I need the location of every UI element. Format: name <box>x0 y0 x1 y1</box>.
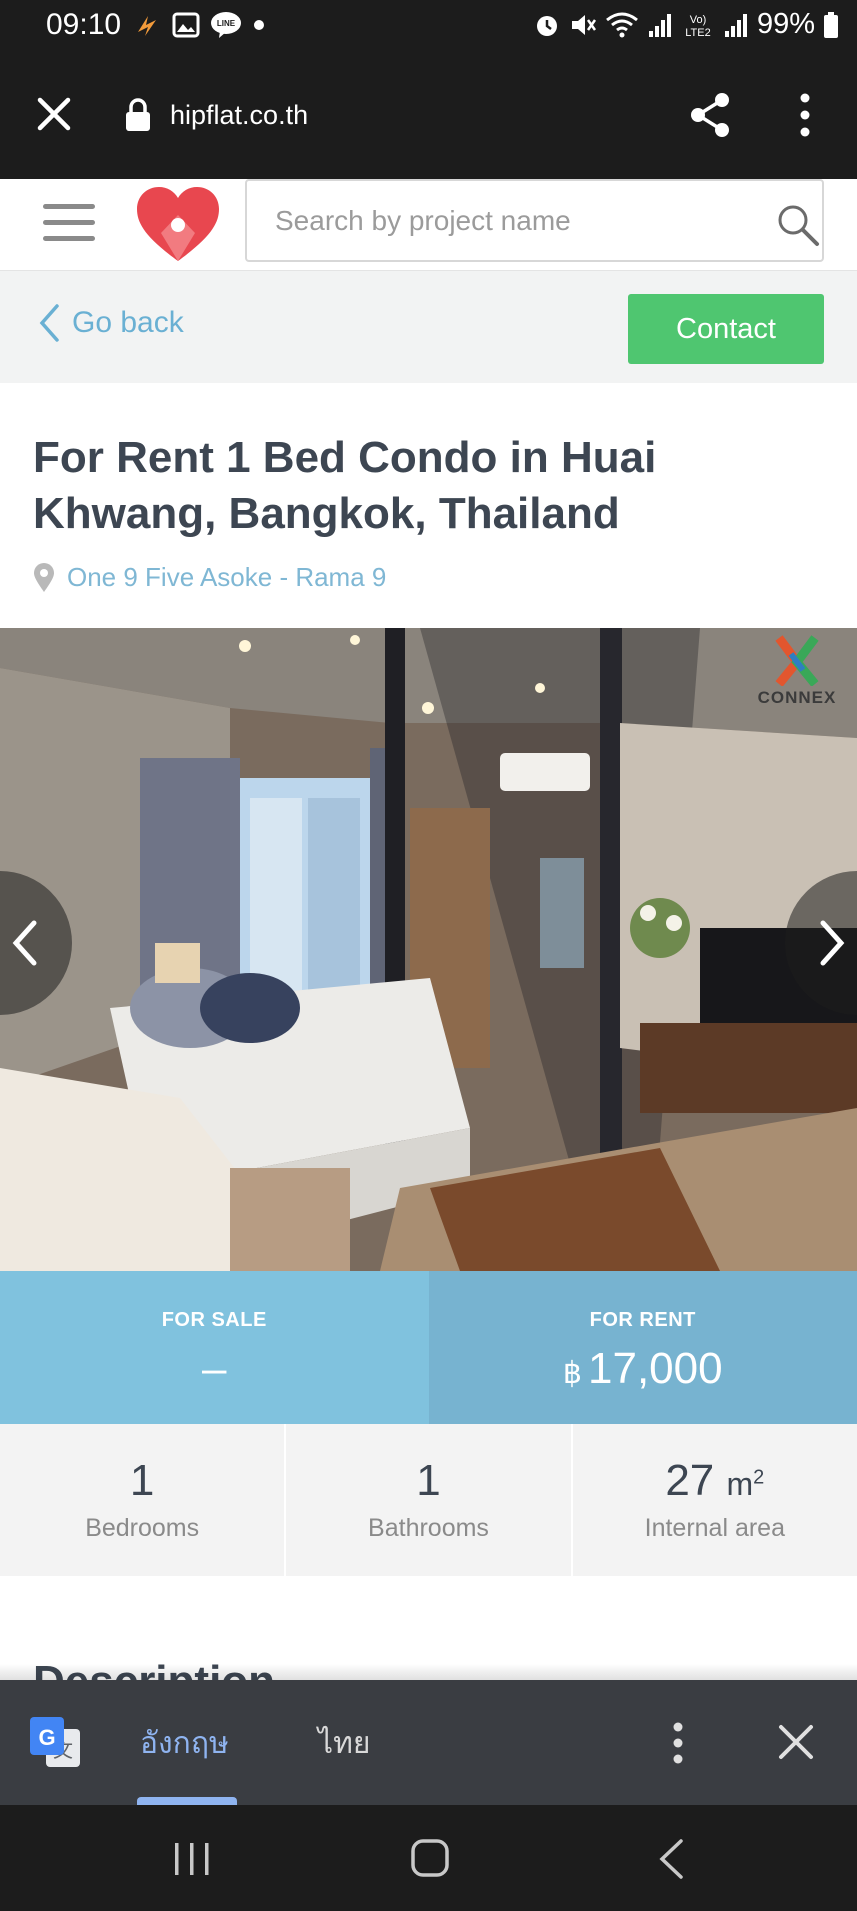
previous-photo-button[interactable] <box>0 871 72 1015</box>
area-label: Internal area <box>644 1514 785 1542</box>
project-link[interactable]: One 9 Five Asoke - Rama 9 <box>33 562 386 593</box>
bedrooms-label: Bedrooms <box>85 1514 200 1542</box>
tab-target-language[interactable]: ไทย <box>318 1720 370 1767</box>
area-value-line: 27 m2 <box>573 1456 857 1506</box>
chevron-left-icon <box>12 920 37 966</box>
svg-text:LINE: LINE <box>217 19 236 28</box>
signal-icon <box>724 13 747 37</box>
svg-text:LTE2: LTE2 <box>685 27 710 39</box>
status-bar: 09:10 LINE Vo) LTE2 99% <box>0 0 857 52</box>
volte-icon: Vo)LTE2 <box>685 14 710 39</box>
sale-price-cell: FOR SALE – <box>0 1271 429 1424</box>
translate-more-options-icon[interactable] <box>668 1720 688 1766</box>
dot-icon <box>254 20 264 30</box>
project-name: One 9 Five Asoke - Rama 9 <box>67 562 387 592</box>
area-stat: 27 m2 Internal area <box>573 1424 857 1576</box>
close-tab-icon[interactable] <box>32 92 76 136</box>
price-bar: FOR SALE – FOR RENT ฿ 17,000 <box>0 1271 857 1424</box>
bathrooms-stat: 1 Bathrooms <box>286 1424 573 1576</box>
area-value: 27 <box>665 1456 715 1505</box>
next-photo-button[interactable] <box>785 871 857 1015</box>
url-text[interactable]: hipflat.co.th <box>170 100 308 131</box>
currency-symbol: ฿ <box>562 1357 582 1390</box>
hipflat-logo[interactable] <box>135 185 221 265</box>
property-stats: 1 Bedrooms 1 Bathrooms 27 m2 Internal ar… <box>0 1424 857 1576</box>
lock-icon <box>126 98 150 131</box>
area-unit: m2 <box>727 1466 765 1502</box>
listing-photo-carousel[interactable]: CONNEX <box>0 628 857 1271</box>
listing-title: For Rent 1 Bed Condo in Huai Khwang, Ban… <box>33 433 657 538</box>
close-translate-icon[interactable] <box>774 1720 818 1764</box>
line-icon: LINE <box>211 12 241 38</box>
more-options-icon[interactable] <box>792 90 818 140</box>
search-icon[interactable] <box>776 203 820 247</box>
listing-subnav: Go back Contact <box>0 271 857 383</box>
battery-percent: 99% <box>756 8 815 40</box>
gallery-icon <box>172 12 200 38</box>
search-input[interactable]: Search by project name <box>245 179 824 262</box>
go-back-link[interactable]: Go back <box>38 303 184 343</box>
chevron-left-icon <box>39 304 59 342</box>
map-pin-icon <box>34 562 54 592</box>
back-icon[interactable] <box>656 1838 686 1880</box>
system-navigation-bar <box>0 1805 857 1911</box>
sale-label: FOR SALE <box>161 1309 267 1331</box>
browser-toolbar: hipflat.co.th <box>0 52 857 179</box>
watermark-text: CONNEX <box>757 688 837 707</box>
google-translate-icon[interactable]: 文 G <box>28 1715 82 1769</box>
bedrooms-value: 1 <box>129 1456 155 1505</box>
chevron-right-icon <box>820 920 845 966</box>
search-placeholder: Search by project name <box>275 205 571 236</box>
flash-app-icon <box>138 16 156 36</box>
rent-price-cell: FOR RENT ฿ 17,000 <box>428 1271 857 1424</box>
site-header: Search by project name <box>0 179 857 271</box>
connex-x-logo <box>775 635 819 686</box>
home-icon[interactable] <box>410 1838 450 1878</box>
area-unit-text: m <box>726 1466 754 1502</box>
contact-button[interactable]: Contact <box>628 294 824 364</box>
listing-photo <box>0 628 857 1271</box>
rent-value: 17,000 <box>588 1344 723 1393</box>
tab-source-language[interactable]: อังกฤษ <box>140 1720 229 1767</box>
rent-label: FOR RENT <box>589 1309 696 1331</box>
recent-apps-icon[interactable] <box>172 1841 212 1877</box>
go-back-label: Go back <box>72 306 184 339</box>
sale-value: – <box>202 1344 227 1393</box>
bedrooms-stat: 1 Bedrooms <box>0 1424 287 1576</box>
svg-text:Vo): Vo) <box>690 14 707 26</box>
system-status-icons: Vo) LTE2 99% <box>533 8 839 41</box>
alarm-icon <box>536 15 557 36</box>
svg-text:G: G <box>38 1725 55 1750</box>
notification-icons: LINE <box>132 10 266 40</box>
hamburger-menu-icon[interactable] <box>43 204 95 244</box>
rent-price: ฿ 17,000 <box>429 1344 857 1394</box>
share-icon[interactable] <box>686 90 734 140</box>
connex-watermark: CONNEX <box>747 634 847 718</box>
signal-icon <box>648 13 671 37</box>
battery-icon <box>824 11 838 38</box>
translate-bar: 文 G อังกฤษ ไทย <box>0 1680 857 1805</box>
status-time: 09:10 <box>46 8 122 41</box>
active-tab-indicator <box>137 1797 237 1805</box>
translate-bar-shadow <box>0 1664 857 1680</box>
bathrooms-value: 1 <box>416 1456 441 1505</box>
area-unit-sup: 2 <box>753 1466 765 1489</box>
bathrooms-label: Bathrooms <box>368 1514 489 1542</box>
mute-icon <box>571 14 596 35</box>
wifi-icon <box>606 12 638 37</box>
